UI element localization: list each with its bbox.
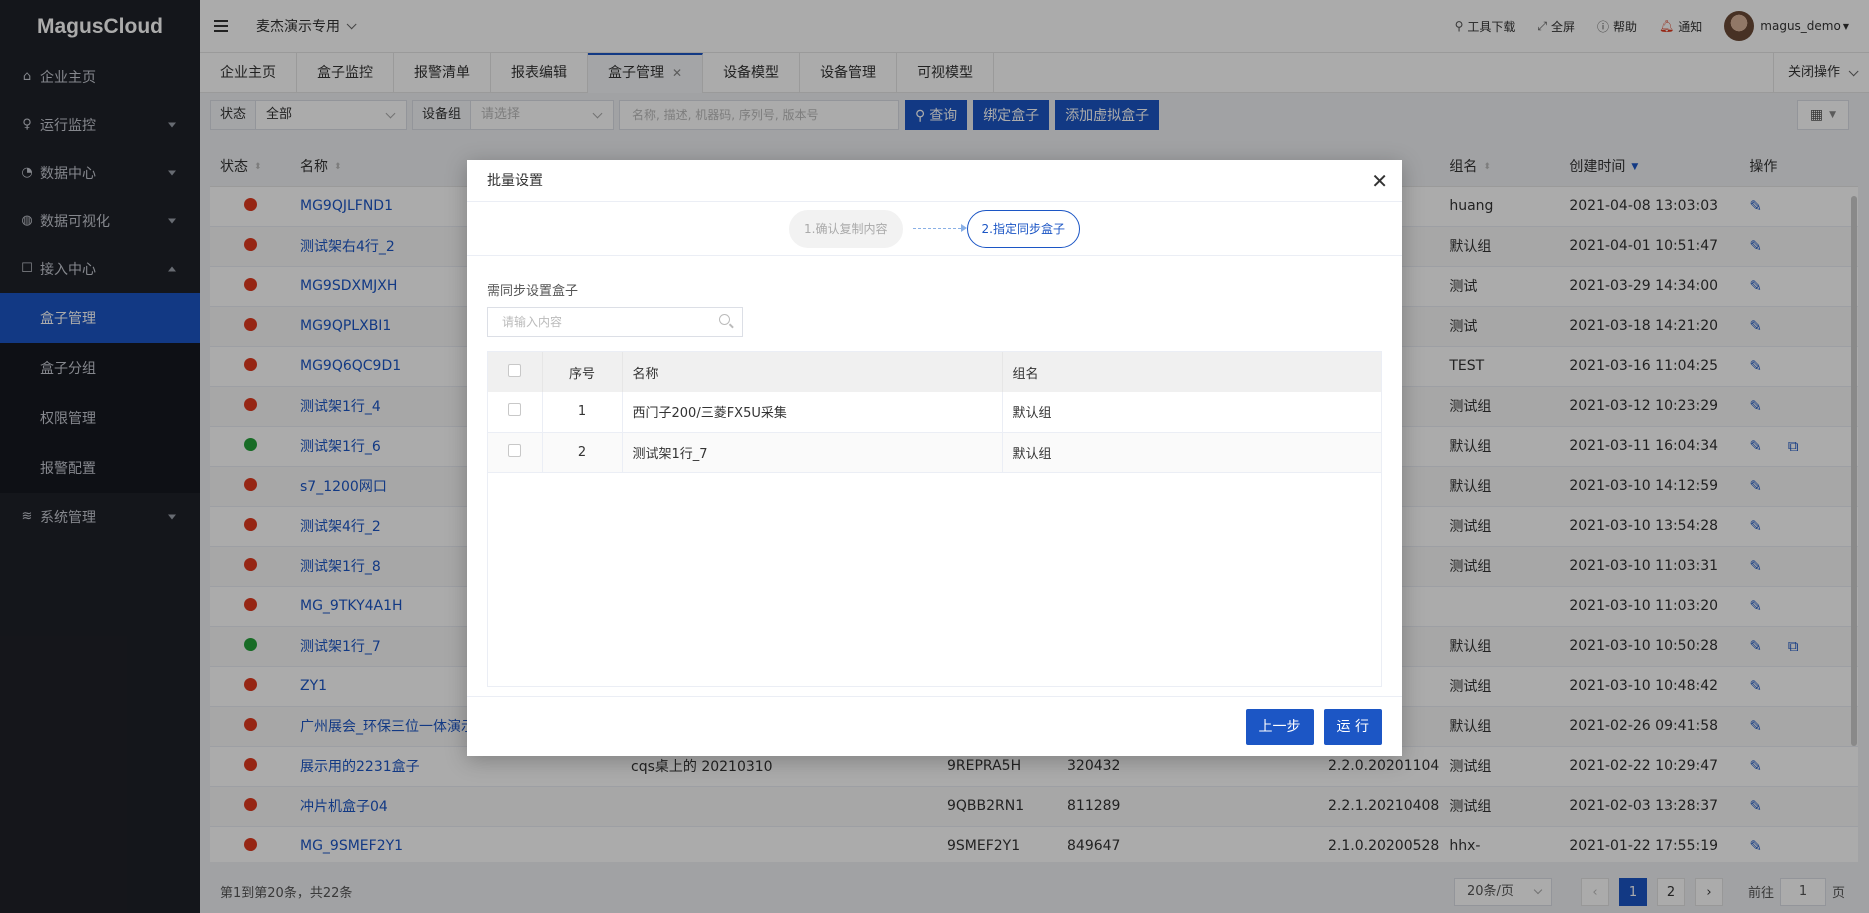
step-arrow-icon (912, 224, 967, 232)
row-group: 默认组 (1002, 392, 1381, 433)
row-group: 默认组 (1002, 432, 1381, 473)
list-item: 2 测试架1行_7 默认组 (488, 432, 1381, 473)
row-index: 2 (542, 432, 623, 473)
run-button[interactable]: 运 行 (1323, 708, 1382, 745)
batch-settings-dialog: 批量设置 ✕ 1.确认复制内容 2.指定同步盒子 需同步设置盒子 请输入内容 序… (467, 160, 1402, 756)
step-2: 2.指定同步盒子 (966, 209, 1080, 248)
col-index: 序号 (542, 352, 623, 392)
dialog-search-input[interactable]: 请输入内容 (487, 307, 743, 337)
row-checkbox[interactable] (488, 432, 543, 473)
sync-box-table: 序号 名称 组名 1 西门子200/三菱FX5U采集 默认组 2 测试架1行_7 默认组 (487, 351, 1382, 687)
row-index: 1 (542, 392, 623, 433)
select-all-checkbox[interactable] (488, 352, 543, 392)
list-item: 1 西门子200/三菱FX5U采集 默认组 (488, 392, 1381, 433)
stepper: 1.确认复制内容 2.指定同步盒子 (467, 202, 1402, 256)
col-group: 组名 (1002, 352, 1381, 392)
row-name: 测试架1行_7 (622, 432, 1003, 473)
row-checkbox[interactable] (488, 392, 543, 433)
step-1: 1.确认复制内容 (789, 209, 903, 248)
row-name: 西门子200/三菱FX5U采集 (622, 392, 1003, 433)
dialog-title: 批量设置 (487, 173, 543, 189)
close-icon[interactable]: ✕ (1371, 160, 1388, 202)
section-label: 需同步设置盒子 (487, 284, 579, 299)
col-name: 名称 (622, 352, 1003, 392)
prev-step-button[interactable]: 上一步 (1245, 708, 1314, 745)
search-icon (719, 314, 730, 325)
